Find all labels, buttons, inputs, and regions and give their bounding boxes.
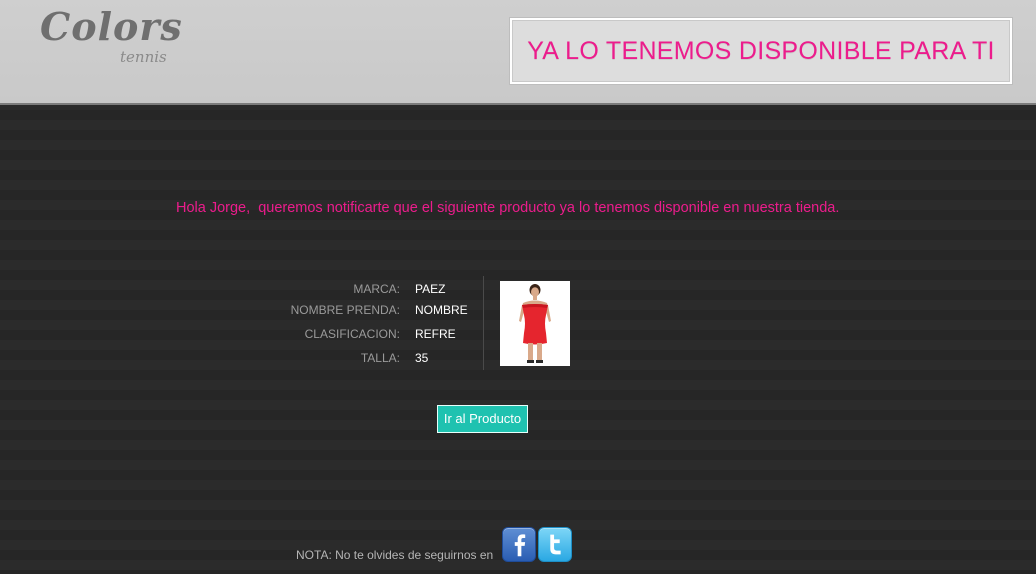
details-divider (483, 276, 484, 370)
logo-wordmark: Colors (40, 4, 183, 49)
detail-row-talla: TALLA: 35 (270, 349, 470, 367)
follow-us-note: NOTA: No te olvides de seguirnos en (296, 548, 494, 562)
detail-value-talla: 35 (415, 351, 429, 365)
twitter-icon[interactable] (538, 527, 572, 562)
go-to-product-button[interactable]: Ir al Producto (437, 405, 528, 433)
detail-label-marca: MARCA: (353, 282, 400, 296)
red-dress-image (500, 281, 570, 366)
detail-value-clasificacion: REFRE (415, 327, 456, 341)
availability-banner: YA LO TENEMOS DISPONIBLE PARA TI (509, 17, 1013, 85)
facebook-glyph (514, 534, 526, 557)
twitter-glyph (550, 534, 561, 555)
facebook-icon[interactable] (502, 527, 536, 562)
header: Colors tennis YA LO TENEMOS DISPONIBLE P… (0, 0, 1036, 105)
detail-row-marca: MARCA: PAEZ (270, 280, 470, 298)
detail-label-nombre-prenda: NOMBRE PRENDA: (290, 303, 400, 317)
logo[interactable]: Colors tennis (40, 8, 190, 78)
detail-row-nombre-prenda: NOMBRE PRENDA: NOMBRE (270, 301, 470, 319)
detail-value-marca: PAEZ (415, 282, 446, 296)
logo-subtitle: tennis (120, 48, 167, 66)
product-image[interactable] (500, 281, 570, 366)
notification-message: Hola Jorge, queremos notificarte que el … (176, 200, 840, 216)
banner-title: YA LO TENEMOS DISPONIBLE PARA TI (527, 36, 995, 65)
detail-label-clasificacion: CLASIFICACION: (304, 327, 400, 341)
detail-row-clasificacion: CLASIFICACION: REFRE (270, 325, 470, 343)
detail-value-nombre-prenda: NOMBRE (415, 303, 468, 317)
detail-label-talla: TALLA: (360, 351, 400, 365)
